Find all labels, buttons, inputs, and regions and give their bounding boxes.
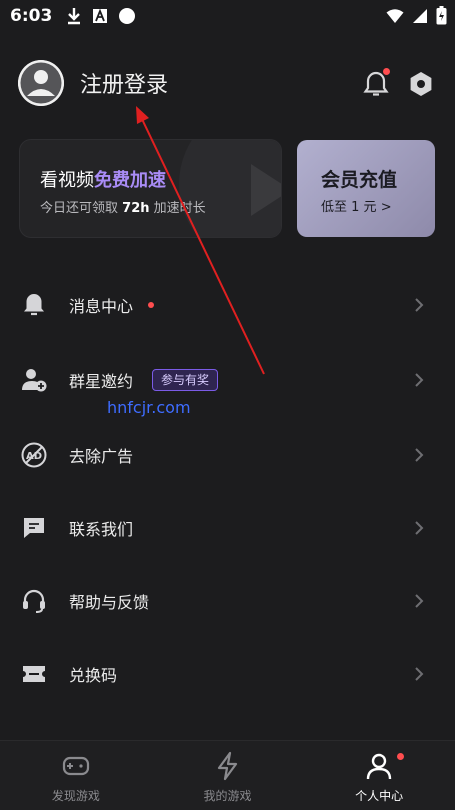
menu-label: 联系我们 bbox=[69, 520, 134, 539]
tab-my-games[interactable]: 我的游戏 bbox=[152, 741, 304, 810]
settings-icon[interactable] bbox=[407, 70, 435, 98]
chevron-right-icon bbox=[415, 448, 424, 462]
notification-dot bbox=[397, 753, 405, 760]
avatar-icon[interactable] bbox=[18, 60, 64, 106]
tab-discover-games[interactable]: 发现游戏 bbox=[0, 741, 152, 810]
menu-item-remove-ads[interactable]: AD 去除广告 bbox=[0, 430, 455, 480]
vip-card-subtitle: 低至 1 元 > bbox=[321, 200, 392, 215]
video-card-title: 看视频免费加速 bbox=[40, 170, 166, 191]
notification-dot bbox=[148, 302, 154, 308]
lightning-icon bbox=[217, 751, 237, 781]
menu-item-message-center[interactable]: 消息中心 bbox=[0, 280, 455, 330]
ticket-icon bbox=[23, 666, 45, 682]
menu-label: 去除广告 bbox=[69, 447, 134, 466]
watermark-text: hnfcjr.com bbox=[107, 398, 191, 417]
chat-icon bbox=[24, 518, 44, 538]
no-ads-icon: AD bbox=[21, 442, 47, 468]
bell-icon bbox=[24, 294, 44, 316]
circle-icon bbox=[119, 8, 136, 24]
notification-dot bbox=[383, 68, 390, 75]
headset-icon bbox=[23, 589, 45, 613]
gamepad-icon bbox=[62, 756, 89, 776]
watch-video-speedup-card[interactable]: 看视频免费加速 今日还可领取 72h 加速时长 bbox=[19, 139, 282, 238]
menu-label: 兑换码 bbox=[69, 666, 118, 685]
menu-item-help-feedback[interactable]: 帮助与反馈 bbox=[0, 576, 455, 626]
chevron-right-icon: > bbox=[380, 200, 392, 215]
chevron-right-icon bbox=[415, 594, 424, 608]
chevron-right-icon bbox=[415, 521, 424, 535]
status-icons-left bbox=[66, 7, 136, 25]
wifi-icon bbox=[386, 8, 404, 23]
vip-card-title: 会员充值 bbox=[321, 169, 398, 191]
status-time: 6:03 bbox=[10, 6, 53, 26]
add-user-icon bbox=[22, 369, 47, 392]
menu-item-contact-us[interactable]: 联系我们 bbox=[0, 503, 455, 553]
menu-label: 群星邀约 bbox=[69, 372, 134, 391]
download-icon bbox=[68, 8, 81, 25]
chevron-right-icon bbox=[415, 373, 424, 387]
battery-charging-icon bbox=[436, 6, 447, 25]
login-link[interactable]: 注册登录 bbox=[80, 67, 168, 99]
person-icon bbox=[366, 753, 392, 780]
app-a-icon bbox=[93, 8, 108, 23]
bottom-nav: 发现游戏 我的游戏 个人中心 bbox=[0, 740, 455, 810]
profile-header[interactable]: 注册登录 bbox=[18, 60, 168, 106]
tab-personal-center[interactable]: 个人中心 bbox=[303, 741, 455, 810]
reward-badge: 参与有奖 bbox=[152, 369, 219, 391]
nav-label: 我的游戏 bbox=[203, 789, 252, 803]
menu-item-redeem-code[interactable]: 兑换码 bbox=[0, 649, 455, 699]
status-icons-right bbox=[386, 6, 447, 25]
nav-label: 发现游戏 bbox=[51, 789, 100, 803]
nav-label: 个人中心 bbox=[355, 789, 404, 803]
signal-icon bbox=[413, 8, 427, 23]
menu-label: 消息中心 bbox=[69, 297, 134, 316]
chevron-right-icon bbox=[415, 298, 424, 312]
chevron-right-icon bbox=[415, 667, 424, 681]
status-bar: 6:03 bbox=[0, 0, 455, 32]
menu-label: 帮助与反馈 bbox=[69, 593, 150, 612]
video-card-subtitle: 今日还可领取 72h 加速时长 bbox=[40, 201, 206, 216]
vip-recharge-card[interactable]: 会员充值 低至 1 元 > bbox=[297, 140, 435, 237]
menu-item-star-invite[interactable]: 群星邀约 参与有奖 bbox=[0, 355, 455, 405]
